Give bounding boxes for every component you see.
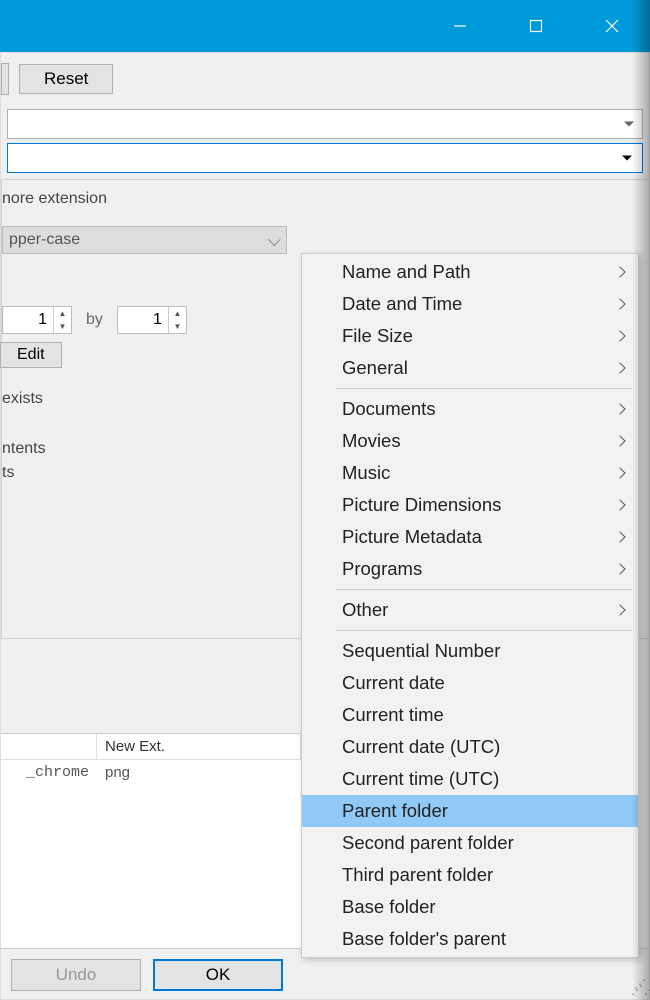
menu-item-label: Picture Dimensions	[342, 494, 501, 516]
chevron-right-icon	[614, 298, 625, 309]
menu-item[interactable]: Picture Metadata	[302, 521, 638, 553]
chevron-right-icon	[614, 467, 625, 478]
spinner-1-arrows[interactable]: ▲▼	[53, 307, 71, 333]
maximize-icon	[529, 19, 543, 33]
maximize-button[interactable]	[498, 0, 574, 52]
menu-item[interactable]: Programs	[302, 553, 638, 585]
menu-item-label: Base folder	[342, 896, 436, 918]
menu-item-label: Current date	[342, 672, 445, 694]
minimize-icon	[453, 19, 467, 33]
menu-item-label: Current time	[342, 704, 444, 726]
menu-item[interactable]: Music	[302, 457, 638, 489]
menu-separator	[336, 630, 632, 631]
menu-separator	[336, 589, 632, 590]
menu-item-label: File Size	[342, 325, 413, 347]
combo-field-1[interactable]	[7, 109, 643, 139]
menu-item-label: Programs	[342, 558, 422, 580]
menu-item[interactable]: File Size	[302, 320, 638, 352]
partial-button[interactable]	[1, 63, 9, 95]
chevron-down-icon	[622, 156, 632, 161]
table-header: New Ext.	[1, 734, 301, 760]
spinner-2-input[interactable]	[118, 311, 168, 329]
chevron-right-icon	[614, 435, 625, 446]
chevron-right-icon	[614, 563, 625, 574]
minimize-button[interactable]	[422, 0, 498, 52]
menu-item[interactable]: Parent folder	[302, 795, 638, 827]
menu-item[interactable]: Documents	[302, 393, 638, 425]
spinner-1[interactable]: ▲▼	[2, 306, 72, 334]
menu-item[interactable]: Name and Path	[302, 256, 638, 288]
menu-item[interactable]: Base folder	[302, 891, 638, 923]
menu-item[interactable]: Current time (UTC)	[302, 763, 638, 795]
chevron-right-icon	[614, 403, 625, 414]
chevron-right-icon	[614, 531, 625, 542]
chevron-right-icon	[614, 499, 625, 510]
window-titlebar	[0, 0, 650, 52]
ignore-extension-label: nore extension	[2, 190, 639, 208]
menu-item[interactable]: Movies	[302, 425, 638, 457]
menu-item[interactable]: Current date	[302, 667, 638, 699]
menu-item-label: Name and Path	[342, 261, 471, 283]
menu-item-label: Current date (UTC)	[342, 736, 500, 758]
menu-item[interactable]: Third parent folder	[302, 859, 638, 891]
edit-button[interactable]: Edit	[0, 342, 62, 368]
chevron-down-icon	[624, 122, 634, 127]
menu-separator	[336, 388, 632, 389]
menu-item-label: Base folder's parent	[342, 928, 506, 950]
menu-item-label: Picture Metadata	[342, 526, 482, 548]
spinner-2-arrows[interactable]: ▲▼	[168, 307, 186, 333]
menu-item-label: Current time (UTC)	[342, 768, 499, 790]
menu-item-label: Other	[342, 599, 388, 621]
chevron-right-icon	[614, 604, 625, 615]
menu-item[interactable]: Current time	[302, 699, 638, 731]
insert-menu: Name and Path Date and Time File Size Gener…	[301, 253, 639, 958]
ok-button[interactable]: OK	[153, 959, 283, 991]
spinner-1-input[interactable]	[3, 311, 53, 329]
undo-button[interactable]: Undo	[11, 959, 141, 991]
table-col-newext[interactable]: New Ext.	[97, 734, 301, 760]
menu-item[interactable]: General	[302, 352, 638, 384]
chevron-right-icon	[614, 330, 625, 341]
chevron-right-icon	[614, 362, 625, 373]
combo-field-2[interactable]	[7, 143, 643, 173]
menu-item[interactable]: Picture Dimensions	[302, 489, 638, 521]
menu-item-label: Sequential Number	[342, 640, 500, 662]
preview-table: New Ext. _chrome png	[1, 733, 301, 983]
close-button[interactable]	[574, 0, 650, 52]
menu-item[interactable]: Other	[302, 594, 638, 626]
case-select[interactable]: pper-case	[2, 226, 287, 254]
menu-item-label: General	[342, 357, 408, 379]
menu-item-label: Movies	[342, 430, 401, 452]
menu-item[interactable]: Date and Time	[302, 288, 638, 320]
table-row[interactable]: _chrome png	[1, 760, 301, 785]
toolbar-row: Reset	[1, 53, 649, 105]
spinner-2[interactable]: ▲▼	[117, 306, 187, 334]
chevron-right-icon	[614, 266, 625, 277]
by-label: by	[80, 311, 109, 329]
cell-ext: png	[97, 760, 301, 785]
menu-item-label: Parent folder	[342, 800, 448, 822]
close-icon	[605, 19, 619, 33]
menu-item[interactable]: Base folder's parent	[302, 923, 638, 955]
menu-item[interactable]: Sequential Number	[302, 635, 638, 667]
menu-item-label: Second parent folder	[342, 832, 514, 854]
menu-item-label: Music	[342, 462, 390, 484]
reset-button[interactable]: Reset	[19, 64, 113, 94]
menu-item-label: Documents	[342, 398, 436, 420]
menu-item-label: Date and Time	[342, 293, 462, 315]
menu-item-label: Third parent folder	[342, 864, 493, 886]
resize-grip[interactable]: ⋰⋰⋰	[631, 981, 647, 997]
cell-name: _chrome	[1, 760, 97, 785]
table-col-1[interactable]	[1, 734, 97, 760]
menu-item[interactable]: Current date (UTC)	[302, 731, 638, 763]
dialog-content: Reset nore extension pper-case ▲▼ by ▲▼ …	[0, 52, 650, 1000]
menu-item[interactable]: Second parent folder	[302, 827, 638, 859]
